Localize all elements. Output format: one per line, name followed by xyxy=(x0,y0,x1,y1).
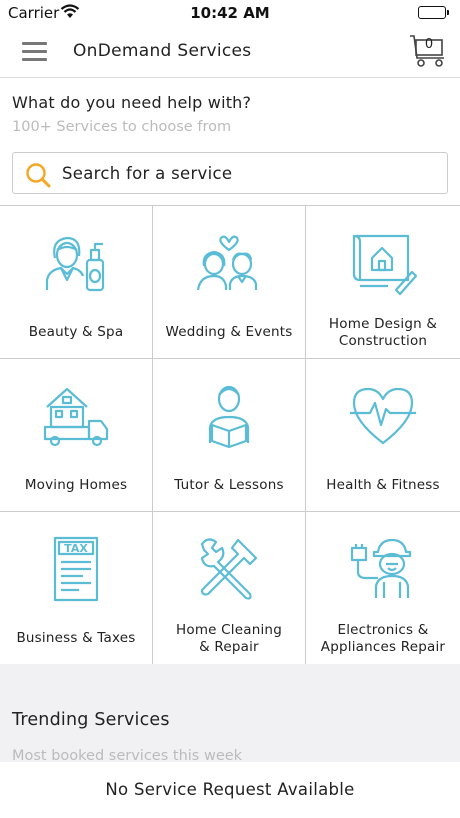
tutor-icon xyxy=(208,385,250,449)
heart-pulse-icon xyxy=(350,387,416,445)
clock: 10:42 AM xyxy=(190,4,270,22)
battery-icon xyxy=(418,6,449,19)
nav-bar: OnDemand Services 0 xyxy=(0,26,460,78)
cart-button[interactable]: 0 xyxy=(408,34,450,70)
no-service-request-banner: No Service Request Available xyxy=(0,762,460,818)
service-label: Moving Homes xyxy=(24,477,128,493)
help-subtitle: 100+ Services to choose from xyxy=(12,119,232,135)
service-tile-health-fitness[interactable]: Health & Fitness xyxy=(306,359,460,512)
service-tile-business-taxes[interactable]: TAX Business & Taxes xyxy=(0,512,153,665)
service-tile-moving-homes[interactable]: Moving Homes xyxy=(0,359,153,512)
search-placeholder: Search for a service xyxy=(62,164,233,183)
service-label: Business & Taxes xyxy=(16,630,136,646)
moving-truck-icon xyxy=(43,387,109,447)
service-label: Electronics & Appliances Repair xyxy=(320,622,446,655)
beauty-spa-icon xyxy=(45,236,105,292)
search-input[interactable]: Search for a service xyxy=(12,152,448,194)
menu-icon[interactable] xyxy=(22,42,47,61)
app-title: OnDemand Services xyxy=(73,41,252,61)
service-label: Wedding & Events xyxy=(165,324,293,340)
service-grid: Beauty & Spa Wedding & Events Home Desig… xyxy=(0,205,460,665)
service-tile-home-design[interactable]: Home Design & Construction xyxy=(306,206,460,359)
service-tile-electronics-appliances[interactable]: Electronics & Appliances Repair xyxy=(306,512,460,665)
trending-title: Trending Services xyxy=(12,710,170,730)
service-tile-wedding-events[interactable]: Wedding & Events xyxy=(153,206,306,359)
cart-count: 0 xyxy=(424,37,434,52)
svg-text:TAX: TAX xyxy=(64,542,88,555)
service-label: Beauty & Spa xyxy=(28,324,124,340)
tax-document-icon: TAX xyxy=(53,536,99,602)
home-design-icon xyxy=(352,234,418,296)
service-tile-home-cleaning-repair[interactable]: Home Cleaning & Repair xyxy=(153,512,306,665)
service-label: Home Cleaning & Repair xyxy=(176,622,282,655)
service-label: Tutor & Lessons xyxy=(174,477,284,493)
search-icon xyxy=(25,162,51,192)
help-title: What do you need help with? xyxy=(12,93,252,112)
status-bar: Carrier 10:42 AM xyxy=(0,0,460,26)
service-tile-tutor-lessons[interactable]: Tutor & Lessons xyxy=(153,359,306,512)
service-label: Home Design & Construction xyxy=(328,316,438,349)
wrench-hammer-icon xyxy=(200,538,258,600)
wedding-events-icon xyxy=(196,235,258,291)
repairman-icon xyxy=(350,538,412,598)
service-tile-beauty-spa[interactable]: Beauty & Spa xyxy=(0,206,153,359)
service-label: Health & Fitness xyxy=(326,477,440,493)
